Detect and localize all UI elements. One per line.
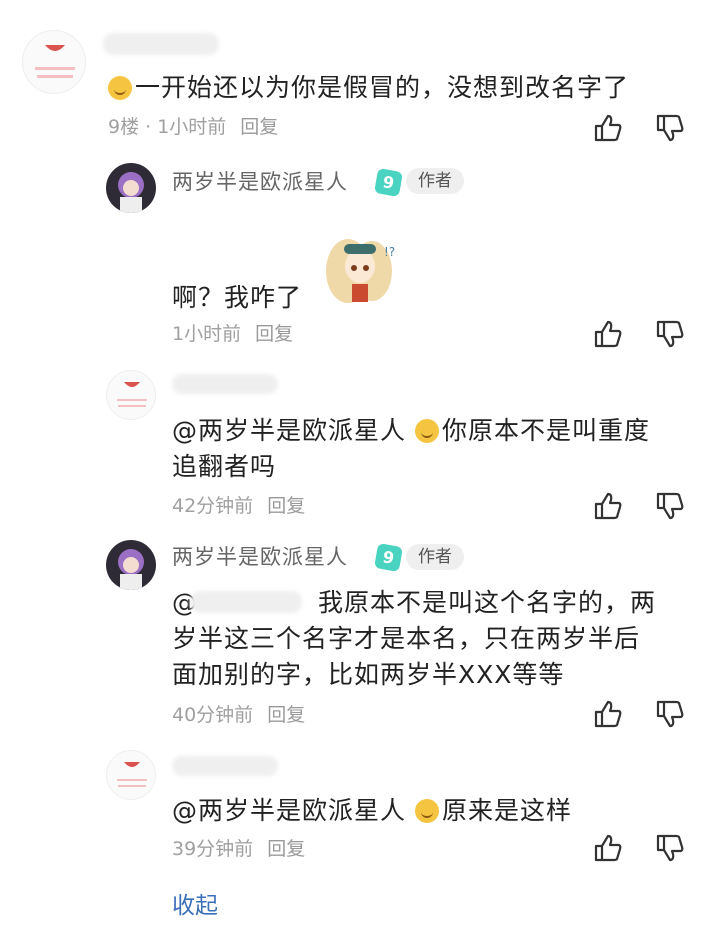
mention-link[interactable]: @两岁半是欧派星人	[172, 416, 406, 445]
comment-meta: 42分钟前 回复	[172, 493, 305, 519]
thumbs-down-icon[interactable]	[654, 112, 686, 144]
avatar[interactable]	[106, 750, 156, 800]
author-avatar[interactable]	[106, 163, 156, 213]
mention-link[interactable]: @两岁半是欧派星人	[172, 796, 406, 825]
comment-meta: 40分钟前 回复	[172, 702, 305, 728]
author-badge: 作者	[406, 168, 464, 194]
reply-button[interactable]: 回复	[267, 495, 305, 517]
comment-meta: 1小时前 回复	[172, 321, 293, 347]
thumbs-down-icon[interactable]	[654, 318, 686, 350]
username-hidden[interactable]	[103, 33, 219, 55]
sticker-image: !?	[326, 239, 395, 303]
avatar-image	[35, 45, 75, 78]
avatar[interactable]	[22, 30, 86, 94]
comment-text: @两岁半是欧派星人 原来是这样	[172, 796, 572, 825]
thumbs-up-icon[interactable]	[592, 490, 624, 522]
level-badge: 9	[374, 168, 403, 197]
mention-hidden[interactable]	[190, 591, 302, 613]
thumbs-up-icon[interactable]	[592, 698, 624, 730]
comment-text: 一开始还以为你是假冒的，没想到改名字了	[108, 70, 629, 106]
reply-button[interactable]: 回复	[267, 704, 305, 726]
svg-text:!?: !?	[384, 245, 395, 259]
thumbs-up-icon[interactable]	[592, 832, 624, 864]
reply-button[interactable]: 回复	[267, 838, 305, 860]
comment-text: @两岁半是欧派星人 你原本不是叫重度	[172, 416, 650, 445]
author-avatar[interactable]	[106, 540, 156, 590]
timestamp: 1小时前	[172, 323, 242, 345]
avatar-image	[118, 549, 144, 590]
username[interactable]: 两岁半是欧派星人	[172, 543, 348, 571]
avatar-image	[118, 172, 144, 213]
comment-text-line: 追翻者吗	[172, 452, 277, 481]
thumbs-down-icon[interactable]	[654, 698, 686, 730]
thumbs-up-icon[interactable]	[592, 112, 624, 144]
timestamp: 39分钟前	[172, 838, 254, 860]
timestamp: 40分钟前	[172, 704, 254, 726]
thumbs-down-icon[interactable]	[654, 490, 686, 522]
username-hidden[interactable]	[172, 374, 278, 394]
comment-meta: 9楼 · 1小时前 回复	[108, 114, 278, 140]
comment-text-line: 面加别的字，比如两岁半XXX等等	[172, 660, 565, 689]
sweat-emoji-icon	[108, 76, 132, 100]
avatar-image	[117, 382, 147, 407]
thumbs-down-icon[interactable]	[654, 832, 686, 864]
smile-emoji-icon	[414, 419, 439, 443]
username[interactable]: 两岁半是欧派星人	[172, 168, 348, 196]
thumbs-up-icon[interactable]	[592, 318, 624, 350]
floor-time: 9楼 · 1小时前	[108, 116, 227, 138]
collapse-button[interactable]: 收起	[172, 890, 218, 922]
surprised-emoji-icon	[414, 799, 439, 823]
comment-text-line: 岁半这三个名字才是本名，只在两岁半后	[172, 624, 641, 653]
reply-button[interactable]: 回复	[255, 323, 293, 345]
author-badge: 作者	[406, 544, 464, 570]
level-badge: 9	[374, 543, 403, 572]
comment-meta: 39分钟前 回复	[172, 836, 305, 862]
comment-text-line: 我原本不是叫这个名字的，两	[318, 588, 657, 617]
avatar-image	[117, 762, 147, 787]
username-hidden[interactable]	[172, 756, 278, 776]
reply-button[interactable]: 回复	[240, 116, 278, 138]
comment-text: 啊？我咋了	[172, 283, 303, 312]
timestamp: 42分钟前	[172, 495, 254, 517]
avatar[interactable]	[106, 370, 156, 420]
